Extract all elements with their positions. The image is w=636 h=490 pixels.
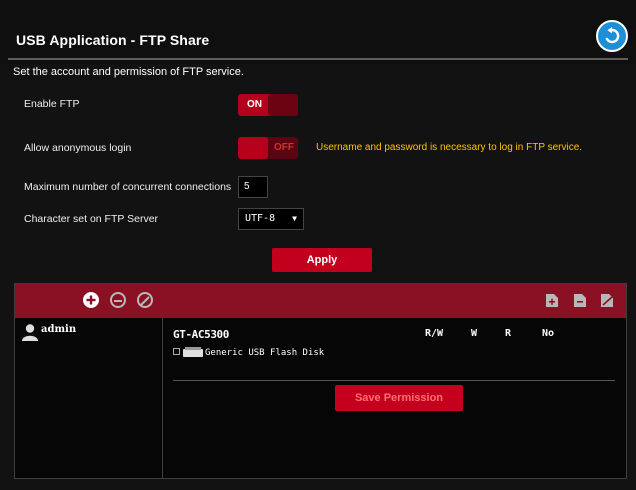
toggle-knob	[268, 94, 298, 116]
edit-user-button[interactable]	[137, 292, 153, 308]
divider	[173, 380, 615, 381]
device-name: GT-AC5300	[173, 328, 230, 341]
user-avatar-icon	[22, 324, 38, 341]
expand-toggle-icon[interactable]	[173, 348, 180, 355]
column-header-w: W	[471, 328, 478, 339]
user-name: admin	[41, 324, 77, 335]
anonymous-login-label: Allow anonymous login	[24, 142, 132, 154]
max-connections-label: Maximum number of concurrent connections	[24, 181, 232, 193]
enable-ftp-state: ON	[247, 99, 262, 110]
delete-folder-icon[interactable]	[600, 293, 614, 308]
enable-ftp-toggle[interactable]: ON	[238, 94, 298, 116]
page-title: USB Application - FTP Share	[16, 32, 210, 48]
add-folder-icon[interactable]	[545, 293, 559, 308]
edit-folder-icon[interactable]	[573, 293, 587, 308]
charset-label: Character set on FTP Server	[24, 213, 159, 225]
anonymous-login-toggle[interactable]: OFF	[238, 137, 298, 159]
back-button[interactable]	[596, 20, 628, 52]
user-list: admin	[15, 318, 163, 478]
add-user-button[interactable]	[83, 292, 99, 308]
remove-user-icon	[114, 300, 122, 302]
permission-toolbar	[15, 284, 626, 318]
enable-ftp-label: Enable FTP	[24, 98, 80, 110]
anonymous-login-state: OFF	[274, 142, 294, 153]
save-permission-button[interactable]: Save Permission	[335, 385, 463, 411]
page-subtitle: Set the account and permission of FTP se…	[13, 66, 244, 78]
title-bar: USB Application - FTP Share	[0, 0, 636, 64]
chevron-down-icon: ▼	[292, 214, 297, 223]
title-divider	[8, 58, 628, 60]
back-arrow-icon	[605, 27, 620, 44]
usb-disk-icon	[183, 347, 203, 357]
max-connections-input[interactable]: 5	[238, 176, 268, 198]
add-user-icon	[86, 295, 96, 305]
remove-user-button[interactable]	[110, 292, 126, 308]
ftp-share-page: USB Application - FTP Share Set the acco…	[0, 0, 636, 490]
ban-icon	[140, 296, 150, 306]
toggle-knob	[238, 137, 268, 159]
disk-label: Generic USB Flash Disk	[205, 348, 325, 358]
permission-panel: admin GT-AC5300 R/W W R No Generic USB F…	[14, 283, 627, 479]
column-header-rw: R/W	[425, 328, 444, 339]
charset-select[interactable]: UTF-8 ▼	[238, 208, 304, 230]
anonymous-warning: Username and password is necessary to lo…	[316, 142, 583, 153]
charset-value: UTF-8	[245, 213, 276, 224]
column-header-no: No	[542, 328, 555, 339]
apply-button[interactable]: Apply	[272, 248, 372, 272]
column-header-r: R	[505, 328, 512, 339]
